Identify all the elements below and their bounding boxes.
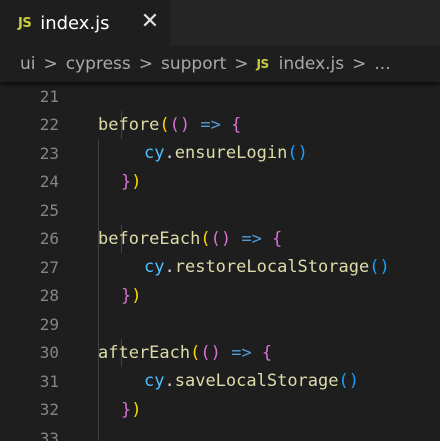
code-content: cy. restoreLocalStorage() <box>144 253 390 282</box>
params: () <box>200 342 221 363</box>
function-name: before <box>98 114 160 135</box>
dot: . <box>164 371 175 392</box>
code-line: 22 before(() => { <box>0 111 440 140</box>
line-number: 26 <box>39 229 59 249</box>
call-parens: () <box>369 257 390 278</box>
tab-title: index.js <box>40 12 110 34</box>
breadcrumb-separator: > <box>234 54 249 74</box>
code-line: 23 cy. ensureLogin() <box>0 139 440 168</box>
line-number: 33 <box>39 428 59 441</box>
line-number: 31 <box>39 371 59 391</box>
breadcrumb-item-index-js[interactable]: index.js <box>279 54 345 74</box>
breadcrumb-separator: > <box>138 54 153 74</box>
code-content: afterEach(() => { <box>98 339 272 368</box>
params: () <box>210 228 232 249</box>
paren: ( <box>159 114 170 135</box>
code-line: 25 <box>0 196 440 225</box>
arrow-operator: => <box>220 342 262 363</box>
code-line: 29 <box>0 310 440 339</box>
breadcrumb-separator: > <box>43 54 58 74</box>
paren: ( <box>190 342 201 363</box>
code-content: before(() => { <box>98 111 241 140</box>
close-icon[interactable]: ✕ <box>137 9 163 35</box>
line-number: 27 <box>39 257 59 277</box>
brace: { <box>231 114 242 135</box>
tab-index-js[interactable]: JS index.js ✕ <box>0 0 170 46</box>
code-line: 31 cy. saveLocalStorage() <box>0 367 440 396</box>
dot: . <box>164 143 175 164</box>
line-number: 22 <box>39 115 59 135</box>
code-line: 28 }) <box>0 282 440 311</box>
method-name: ensureLogin <box>174 143 288 164</box>
line-number: 32 <box>39 400 59 420</box>
code-content: cy. ensureLogin() <box>144 139 308 168</box>
line-number: 28 <box>39 286 59 306</box>
code-line: 26 beforeEach(() => { <box>0 225 440 254</box>
code-content: cy. saveLocalStorage() <box>144 367 359 396</box>
javascript-file-icon: JS <box>18 15 32 31</box>
line-number: 25 <box>39 200 59 220</box>
line-number: 24 <box>39 172 59 192</box>
line-number: 23 <box>39 143 59 163</box>
code-line: 30 afterEach(() => { <box>0 339 440 368</box>
method-name: saveLocalStorage <box>174 371 339 392</box>
paren: ) <box>131 399 142 420</box>
code-line: 33 <box>0 424 440 441</box>
code-content: }) <box>121 168 142 197</box>
arrow-operator: => <box>231 228 273 249</box>
code-content: }) <box>121 396 142 425</box>
object-name: cy <box>144 371 165 392</box>
call-parens: () <box>338 371 359 392</box>
dot: . <box>164 257 175 278</box>
code-line: 32 }) <box>0 396 440 425</box>
code-content: beforeEach(() => { <box>98 225 282 254</box>
breadcrumb-item-ui[interactable]: ui <box>20 54 36 74</box>
brace: } <box>121 171 132 192</box>
paren: ) <box>131 285 142 306</box>
method-name: restoreLocalStorage <box>174 257 370 278</box>
line-number: 21 <box>39 86 59 106</box>
breadcrumb: ui > cypress > support > JS index.js > .… <box>0 46 440 82</box>
breadcrumb-item-more[interactable]: ... <box>374 54 390 74</box>
breadcrumb-item-support[interactable]: support <box>161 54 226 74</box>
breadcrumb-separator: > <box>352 54 367 74</box>
code-content: }) <box>121 282 142 311</box>
function-name: afterEach <box>98 342 191 363</box>
brace: { <box>272 228 283 249</box>
call-parens: () <box>287 143 308 164</box>
function-name: beforeEach <box>98 228 201 249</box>
code-line: 24 }) <box>0 168 440 197</box>
breadcrumb-item-cypress[interactable]: cypress <box>66 54 131 74</box>
line-number: 29 <box>39 314 59 334</box>
javascript-file-icon: JS <box>256 57 270 71</box>
object-name: cy <box>144 143 165 164</box>
brace: { <box>261 342 273 363</box>
code-line: 21 <box>0 82 440 111</box>
code-editor[interactable]: 21 22 before(() => { 23 cy. ensureLogin()… <box>0 82 440 441</box>
paren: ( <box>200 228 211 249</box>
arrow-operator: => <box>190 114 232 135</box>
line-number: 30 <box>39 343 59 363</box>
brace: } <box>121 399 132 420</box>
params: () <box>169 114 191 135</box>
brace: } <box>121 285 132 306</box>
tab-bar: JS index.js ✕ <box>0 0 440 46</box>
code-line: 27 cy. restoreLocalStorage() <box>0 253 440 282</box>
object-name: cy <box>144 257 165 278</box>
paren: ) <box>131 171 142 192</box>
